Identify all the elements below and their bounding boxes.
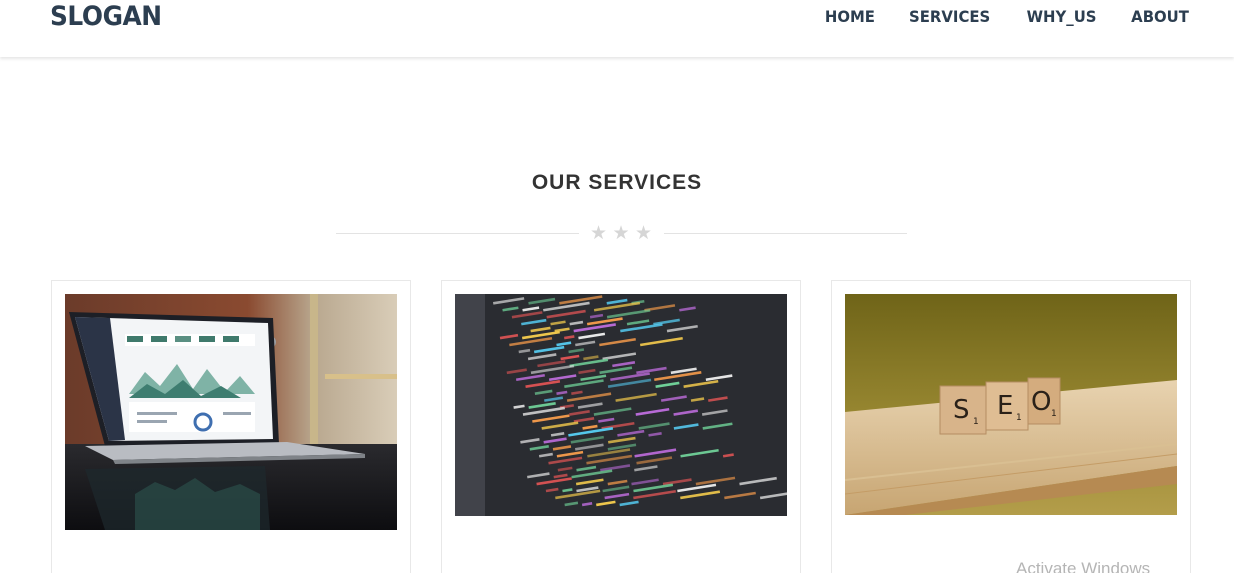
title-divider-right: [664, 233, 907, 234]
title-divider-left: [336, 233, 579, 234]
star-icon: ★: [612, 222, 630, 244]
site-logo[interactable]: SLOGAN: [50, 0, 162, 34]
service-card[interactable]: S 1 E 1 O 1: [831, 280, 1191, 573]
svg-text:S: S: [953, 395, 970, 425]
divider-stars: ★ ★ ★: [590, 222, 652, 244]
svg-text:1: 1: [1016, 413, 1022, 423]
nav-link-home[interactable]: HOME: [824, 6, 874, 28]
code-screen-image: [455, 294, 787, 516]
services-section-title: OUR SERVICES: [531, 171, 703, 194]
nav-link-about[interactable]: ABOUT: [1131, 6, 1189, 28]
star-icon: ★: [590, 222, 608, 244]
laptop-analytics-image: [65, 294, 397, 530]
svg-text:O: O: [1031, 387, 1051, 417]
activate-windows-watermark: Activate Windows: [1016, 559, 1151, 573]
nav-link-services[interactable]: SERVICES: [910, 6, 991, 28]
svg-text:1: 1: [973, 417, 979, 427]
nav-link-why-us[interactable]: WHY_US: [1026, 6, 1096, 28]
service-card[interactable]: [51, 280, 411, 573]
service-card[interactable]: [441, 280, 801, 573]
top-navbar: SLOGAN HOME SERVICES WHY_US ABOUT: [0, 0, 1234, 57]
main-nav: HOME SERVICES WHY_US ABOUT: [793, 6, 1191, 28]
star-icon: ★: [634, 222, 652, 244]
svg-text:E: E: [997, 391, 1013, 421]
svg-text:1: 1: [1051, 409, 1057, 419]
seo-tiles-image: S 1 E 1 O 1: [845, 294, 1177, 515]
